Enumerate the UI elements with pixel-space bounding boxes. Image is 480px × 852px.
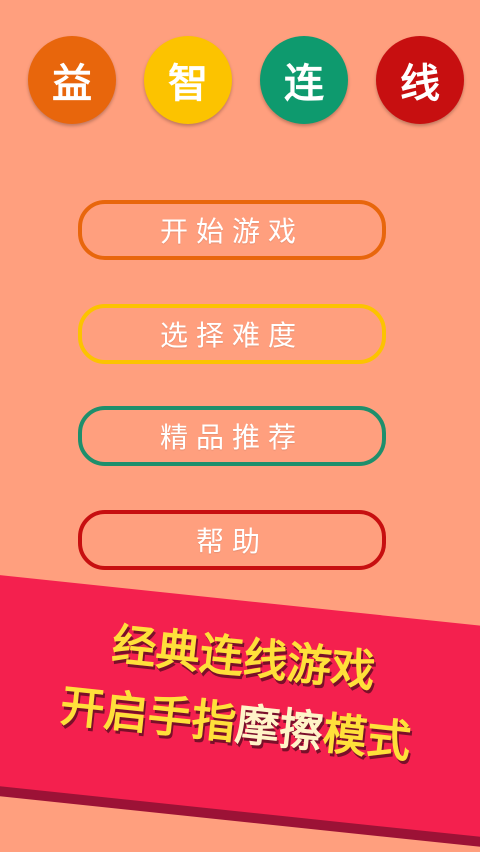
promo-line-2-end: 模式 — [320, 708, 414, 769]
recommended-apps-button[interactable]: 精品推荐 — [78, 406, 386, 466]
start-game-button[interactable]: 开始游戏 — [78, 200, 386, 260]
title-char-2: 智 — [144, 36, 232, 124]
title-char-4: 线 — [376, 36, 464, 124]
promo-line-2-highlight: 摩擦 — [232, 699, 326, 760]
help-button[interactable]: 帮助 — [78, 510, 386, 570]
game-title: 益 智 连 线 — [0, 36, 480, 126]
title-char-3: 连 — [260, 36, 348, 124]
title-char-1: 益 — [28, 36, 116, 124]
select-difficulty-button[interactable]: 选择难度 — [78, 304, 386, 364]
